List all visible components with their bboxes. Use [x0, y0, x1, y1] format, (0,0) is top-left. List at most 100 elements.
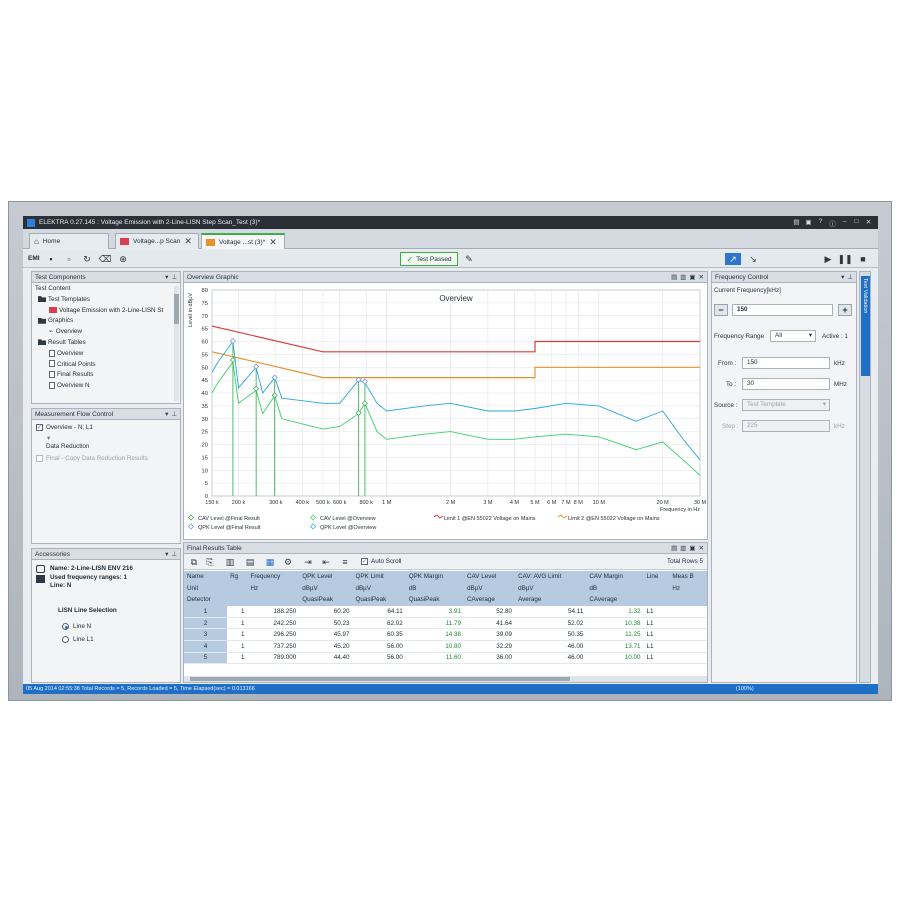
clear-icon[interactable]: ⌫ — [99, 253, 112, 265]
tab-voltage-scan[interactable]: Voltage...p Scan ✕ — [115, 233, 199, 249]
help-icon[interactable]: ? — [817, 218, 824, 228]
copy-icon[interactable]: ⧉ — [188, 556, 200, 568]
flow-item-overview[interactable]: ✓ Overview - N; L1 — [36, 424, 180, 435]
radio-button[interactable] — [62, 623, 69, 630]
source-select[interactable]: Test Template ▾ — [742, 399, 830, 411]
export-icon[interactable]: ⇥ — [302, 556, 314, 568]
grid-icon[interactable]: ▦ — [264, 556, 276, 568]
panel-header: Accessories ▾ ⊥ — [32, 549, 180, 560]
columns-icon[interactable]: ▥ — [224, 556, 236, 568]
info-icon[interactable]: ⓘ — [829, 218, 836, 228]
import-icon[interactable]: ⇤ — [320, 556, 332, 568]
frequency-range-select[interactable]: All ▾ — [770, 330, 816, 342]
radio-line-n[interactable]: Line N — [62, 623, 91, 630]
layout-icon[interactable]: ▤ — [671, 544, 677, 552]
dropdown-icon[interactable]: ▾ — [165, 410, 168, 418]
pin-icon[interactable]: ⊥ — [171, 410, 177, 418]
table-row[interactable]: 5 1 789.000 44.40 56.00 11.60 36.00 46.00 10.00 L… — [184, 652, 707, 665]
total-rows: Total Rows 5 — [666, 558, 703, 565]
pause-icon[interactable]: ❚❚ — [837, 253, 852, 265]
split-icon[interactable]: ▥ — [680, 273, 686, 281]
tree-node[interactable]: ⌁ Overview — [35, 327, 180, 338]
save-as-icon[interactable]: ▫ — [63, 253, 75, 265]
tree-node[interactable]: Result Tables — [35, 338, 180, 349]
dropdown-icon[interactable]: ▾ — [165, 273, 168, 281]
window-menu-icon[interactable]: ▤ — [793, 218, 800, 228]
edit-pen-icon[interactable]: ✎ — [463, 253, 475, 265]
minimize-icon[interactable]: – — [841, 218, 848, 228]
test-validation-side-tab[interactable]: Test Validation — [859, 271, 871, 683]
tree-node[interactable]: Voltage Emission with 2-Line-LISN St — [35, 306, 180, 317]
save-layout-icon[interactable]: ▣ — [805, 218, 812, 228]
settings-icon[interactable]: ⚙ — [282, 556, 294, 568]
close-panel-icon[interactable]: ✕ — [699, 544, 704, 552]
table-row[interactable]: 2 1 242.250 50.23 62.02 11.79 41.64 52.02 10.38 L… — [184, 617, 707, 630]
dropdown-icon[interactable]: ▾ — [841, 273, 844, 281]
add-test-icon[interactable]: ⊕ — [117, 253, 129, 265]
paste-icon[interactable]: ⎘ — [204, 556, 216, 568]
window-icon[interactable]: ▣ — [689, 544, 695, 552]
table-doc-icon — [49, 349, 55, 357]
tree-node[interactable]: Critical Points — [35, 360, 180, 371]
test-icon — [206, 238, 215, 246]
overview-chart[interactable]: 05101520253035404550556065707580150 k 200… — [184, 284, 707, 540]
to-input[interactable]: 30 — [742, 378, 830, 390]
y-tick-label: 40 — [202, 391, 208, 397]
tree-node[interactable]: Overview — [35, 349, 180, 360]
flow-item-final[interactable]: Final - Copy Data Reduction Results — [36, 455, 180, 466]
tree-node[interactable]: Overview N — [35, 381, 180, 392]
auto-scroll-toggle[interactable]: ✓ Auto Scroll — [361, 558, 401, 565]
close-tab-icon[interactable]: ✕ — [269, 237, 277, 248]
tab-home[interactable]: ⌂ Home — [29, 233, 109, 249]
checkbox[interactable] — [36, 455, 43, 462]
close-icon[interactable]: ✕ — [865, 218, 872, 228]
step-label: Step : — [722, 423, 739, 430]
split-icon[interactable]: ▥ — [680, 544, 686, 552]
current-frequency-input[interactable]: 150 — [732, 304, 833, 316]
increase-button[interactable]: + — [838, 304, 852, 316]
close-panel-icon[interactable]: ✕ — [699, 273, 704, 281]
home-icon: ⌂ — [34, 237, 39, 246]
x-tick-label: 3 M — [483, 500, 493, 506]
table-row[interactable]: 4 1 737.250 45.20 56.00 10.80 32.29 46.00 13.71 L… — [184, 640, 707, 653]
collapse-icon[interactable] — [36, 565, 45, 573]
step-input[interactable]: 225 — [742, 420, 830, 432]
lisn-device-icon — [36, 575, 45, 583]
tree-node[interactable]: Graphics — [35, 316, 180, 327]
decrease-button[interactable]: − — [714, 304, 728, 316]
tree-scrollbar[interactable] — [174, 286, 179, 401]
window-icon[interactable]: ▣ — [689, 273, 695, 281]
dropdown-icon[interactable]: ▾ — [165, 550, 168, 558]
panel-title: Overview Graphic — [187, 273, 239, 281]
pin-icon[interactable]: ⊥ — [171, 550, 177, 558]
pin-icon[interactable]: ⊥ — [847, 273, 853, 281]
maximize-icon[interactable]: □ — [853, 218, 860, 228]
checkbox[interactable]: ✓ — [361, 558, 368, 565]
from-input[interactable]: 150 — [742, 357, 830, 369]
accessories-panel: Accessories ▾ ⊥ Name: 2-Line-LISN ENV 216… — [31, 548, 181, 683]
tree-node[interactable]: Final Results — [35, 370, 180, 381]
source-label: Source : — [714, 402, 738, 409]
table-row[interactable]: 1 1 188.250 60.20 64.11 3.91 52.80 54.11 1.32 L1 — [184, 605, 707, 618]
radio-line-l1[interactable]: Line L1 — [62, 636, 94, 643]
filter-icon[interactable]: ≡ — [339, 556, 351, 568]
checkbox[interactable]: ✓ — [36, 424, 43, 431]
play-icon[interactable]: ▶ — [822, 253, 834, 265]
tab-voltage-test[interactable]: Voltage ...st (3)* ✕ — [201, 233, 285, 249]
layout-icon[interactable]: ▤ — [671, 273, 677, 281]
refresh-icon[interactable]: ↻ — [81, 253, 93, 265]
tree-node[interactable]: Test Templates — [35, 295, 180, 306]
table-row[interactable]: 3 1 296.250 45.97 60.35 14.38 39.09 50.35 11.25 L… — [184, 628, 707, 642]
save-icon[interactable]: ▪ — [45, 253, 57, 265]
flow-item-data-reduction[interactable]: Data Reduction — [36, 443, 180, 455]
stop-icon[interactable]: ■ — [857, 253, 869, 265]
tree-node[interactable]: Test Content — [35, 284, 180, 295]
table-scrollbar[interactable] — [184, 676, 707, 682]
close-tab-icon[interactable]: ✕ — [184, 236, 192, 247]
pin-icon[interactable]: ⊥ — [171, 273, 177, 281]
probe-icon[interactable]: ↘ — [745, 253, 761, 265]
panel-title: Frequency Control — [715, 273, 769, 281]
rows-icon[interactable]: ▤ — [244, 556, 256, 568]
radio-button[interactable] — [62, 636, 69, 643]
measure-mode-icon[interactable]: ↗ — [725, 253, 741, 265]
